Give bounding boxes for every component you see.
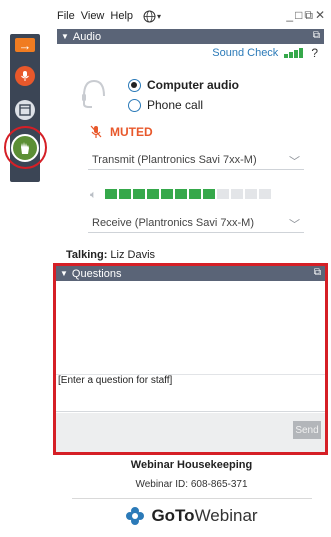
brand-webinar: Webinar: [194, 506, 258, 525]
talking-indicator: Talking: Liz Davis: [66, 249, 155, 261]
phone-call-label: Phone call: [147, 98, 204, 112]
computer-audio-label: Computer audio: [147, 78, 239, 92]
level-segment: [230, 189, 243, 199]
popout-panel-icon[interactable]: ⧉: [314, 267, 321, 278]
phone-call-radio[interactable]: [128, 98, 141, 112]
level-segment: [244, 189, 257, 199]
transmit-device-select[interactable]: Transmit (Plantronics Savi 7xx-M) ﹀: [88, 150, 304, 170]
raise-hand-highlight: [4, 126, 47, 169]
level-segment: [188, 189, 201, 199]
signal-bars-icon: [284, 48, 304, 58]
arrow-right-icon[interactable]: →: [15, 38, 35, 53]
chevron-down-icon: ﹀: [289, 156, 300, 168]
muted-microphone-icon[interactable]: [90, 125, 102, 139]
audio-panel-title: Audio: [72, 30, 102, 43]
footer-divider: [72, 498, 312, 499]
phone-call-option[interactable]: Phone call: [128, 98, 203, 112]
collapse-triangle-icon[interactable]: ▼: [60, 269, 68, 278]
level-segment: [160, 189, 173, 199]
level-segment: [258, 189, 271, 199]
talking-name: Liz Davis: [110, 249, 156, 261]
language-globe-icon[interactable]: ▾: [143, 10, 161, 23]
level-segment: [146, 189, 159, 199]
window-controls: _ □ ⧉ ✕: [286, 8, 325, 23]
level-segment: [132, 189, 145, 199]
gotowebinar-flower-icon: [126, 507, 145, 525]
sound-check-link[interactable]: Sound Check: [212, 47, 278, 59]
transmit-device-value: Transmit (Plantronics Savi 7xx-M): [92, 153, 257, 166]
popout-icon[interactable]: ⧉: [304, 8, 313, 23]
collapse-triangle-icon[interactable]: ▼: [61, 32, 69, 41]
level-segment: [216, 189, 229, 199]
computer-audio-radio[interactable]: [128, 78, 141, 92]
question-send-row: Send: [56, 413, 325, 452]
speaker-level-row: 🔈︎: [90, 189, 273, 202]
mute-status-row: MUTED: [90, 125, 153, 139]
headset-icon: [82, 79, 105, 108]
muted-label: MUTED: [110, 125, 153, 139]
questions-log: [56, 282, 325, 372]
send-button[interactable]: Send: [293, 421, 321, 439]
questions-panel-title: Questions: [71, 267, 122, 280]
brand-goto: GoTo: [151, 506, 195, 525]
sound-check-row: Sound Check ?: [57, 46, 324, 60]
talking-label: Talking:: [66, 249, 108, 261]
question-input[interactable]: [Enter a question for staff]: [56, 374, 325, 412]
webinar-id: Webinar ID: 608-865-371: [135, 479, 248, 490]
left-toolbar: →: [4, 30, 52, 185]
level-segment: [118, 189, 131, 199]
menu-help[interactable]: Help: [110, 10, 133, 22]
popout-panel-icon[interactable]: ⧉: [313, 30, 320, 41]
microphone-icon[interactable]: [15, 66, 35, 86]
webinar-title: Webinar Housekeeping: [130, 459, 253, 471]
menu-bar: File View Help ▾ _ □ ⧉ ✕: [57, 6, 327, 26]
computer-audio-option[interactable]: Computer audio: [128, 78, 239, 92]
help-icon[interactable]: ?: [311, 46, 318, 60]
receive-device-value: Receive (Plantronics Savi 7xx-M): [92, 216, 254, 229]
receive-device-select[interactable]: Receive (Plantronics Savi 7xx-M) ﹀: [88, 213, 304, 233]
gotowebinar-logo: GoTo Webinar: [56, 506, 327, 526]
speaker-level-meter: [104, 189, 273, 202]
level-segment: [174, 189, 187, 199]
close-icon[interactable]: ✕: [315, 8, 325, 23]
questions-panel-header[interactable]: ▼ Questions ⧉: [56, 266, 325, 281]
screen-icon[interactable]: [15, 100, 35, 120]
audio-panel-header[interactable]: ▼ Audio ⧉: [57, 29, 324, 44]
restore-icon[interactable]: □: [295, 8, 302, 23]
level-segment: [104, 189, 117, 199]
menu-view[interactable]: View: [81, 10, 105, 22]
chevron-down-icon: ﹀: [289, 219, 300, 231]
level-segment: [202, 189, 215, 199]
chevron-down-icon: ▾: [157, 11, 162, 21]
minimize-icon[interactable]: _: [286, 8, 293, 23]
speaker-icon: 🔈︎: [90, 189, 97, 201]
menu-file[interactable]: File: [57, 10, 75, 22]
